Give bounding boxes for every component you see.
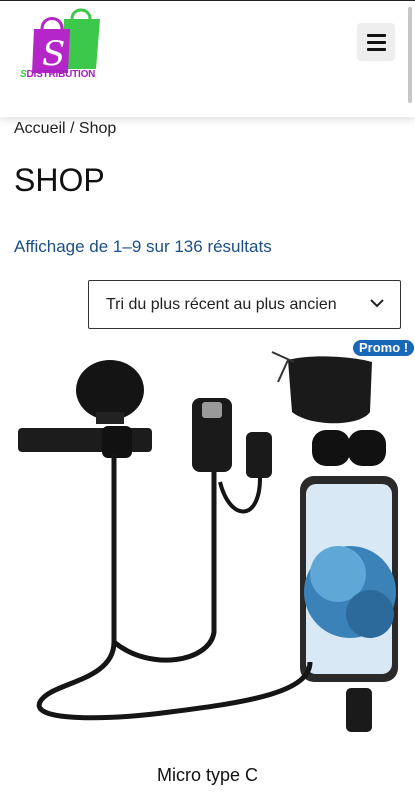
breadcrumb-separator: / [65, 120, 79, 137]
breadcrumb: Accueil / Shop [14, 120, 116, 138]
logo-wordmark: SDISTRIBUTION [20, 69, 96, 80]
chevron-down-icon [370, 299, 384, 308]
site-header: S SDISTRIBUTION [0, 0, 415, 117]
sort-order-select[interactable]: Tri du plus récent au plus ancien [88, 280, 401, 329]
promo-badge: Promo ! [353, 340, 415, 356]
sort-selected-value: Tri du plus récent au plus ancien [106, 295, 337, 313]
result-count: Affichage de 1–9 sur 136 résultats [14, 237, 272, 256]
scrollbar-thumb[interactable] [408, 7, 412, 103]
page-title: SHOP [14, 162, 105, 198]
hamburger-icon-bar [367, 41, 386, 44]
breadcrumb-home-link[interactable]: Accueil [14, 120, 66, 137]
menu-toggle-button[interactable] [357, 23, 395, 61]
product-image[interactable] [10, 342, 410, 742]
svg-text:S: S [42, 34, 65, 74]
hamburger-icon-bar [367, 48, 386, 51]
product-title-link[interactable]: Micro type C [0, 765, 415, 786]
breadcrumb-current: Shop [78, 120, 117, 137]
hamburger-icon [367, 34, 386, 37]
